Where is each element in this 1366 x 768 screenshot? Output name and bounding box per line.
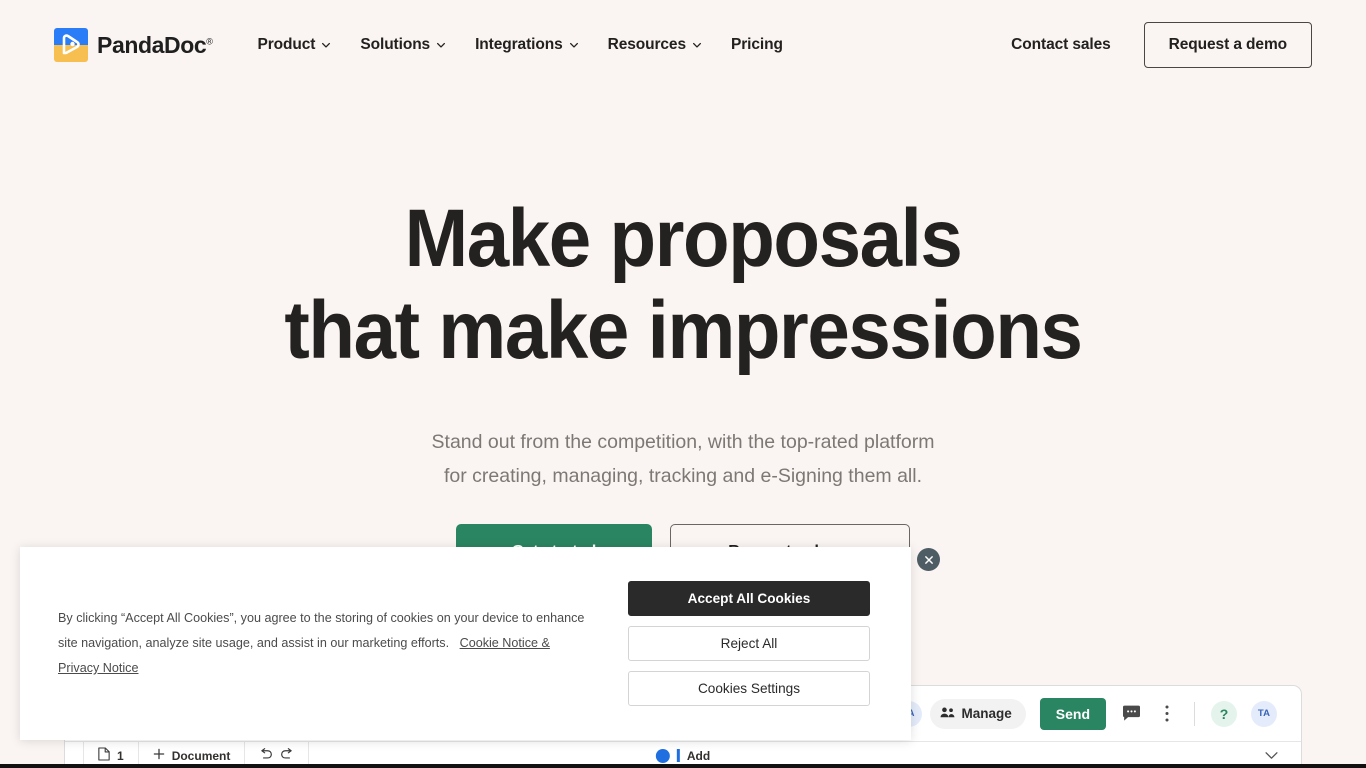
nav-item-resources[interactable]: Resources [593, 26, 716, 64]
hero-subtitle: Stand out from the competition, with the… [0, 425, 1366, 493]
add-label: Add [686, 748, 711, 763]
chevron-down-icon[interactable] [1264, 749, 1279, 763]
request-demo-button[interactable]: Request a demo [1143, 22, 1312, 68]
chevron-down-icon [436, 40, 446, 49]
hero-subtitle-line-2: for creating, managing, tracking and e-S… [443, 465, 923, 487]
nav-item-label: Resources [607, 36, 686, 53]
nav-item-label: Integrations [475, 36, 563, 53]
nav-item-integrations[interactable]: Integrations [460, 26, 593, 64]
brand-name: PandaDoc® [97, 31, 213, 58]
cookies-settings-button[interactable]: Cookies Settings [628, 671, 870, 706]
nav-item-product[interactable]: Product [243, 26, 346, 64]
cookie-consent-text: By clicking “Accept All Cookies”, you ag… [20, 606, 628, 681]
send-button[interactable]: Send [1039, 697, 1106, 730]
main-navigation: Product Solutions Integrations Resources [243, 26, 798, 64]
nav-item-pricing[interactable]: Pricing [716, 26, 798, 64]
add-block-button[interactable]: Add [655, 748, 711, 763]
nav-item-solutions[interactable]: Solutions [345, 26, 460, 64]
add-circle-icon [655, 748, 670, 763]
more-vertical-icon[interactable] [1156, 703, 1178, 725]
comment-icon[interactable] [1120, 703, 1142, 725]
people-icon [940, 706, 956, 722]
cookie-notice-link[interactable]: Cookie Notice & [460, 636, 550, 650]
reject-all-button[interactable]: Reject All [628, 626, 870, 661]
registered-mark: ® [206, 35, 213, 46]
nav-item-label: Product [257, 36, 316, 53]
redo-icon[interactable] [280, 748, 294, 763]
plus-icon [153, 748, 165, 763]
chevron-down-icon [569, 40, 578, 49]
pandadoc-logo-icon [54, 28, 88, 62]
header-actions: Contact sales Request a demo [1011, 22, 1312, 68]
avatar[interactable]: TA [1251, 700, 1277, 727]
manage-label: Manage [961, 706, 1012, 721]
hero-section: Make proposals that make impressions Sta… [0, 90, 1366, 493]
viewport-bottom-edge [0, 764, 1366, 768]
chevron-down-icon [321, 40, 331, 49]
chevron-down-icon [692, 40, 701, 49]
hero-subtitle-line-1: Stand out from the competition, with the… [431, 431, 935, 453]
page-title-line-1: Make proposals [404, 193, 963, 284]
page-title-line-2: that make impressions [284, 285, 1083, 376]
undo-icon[interactable] [259, 748, 273, 763]
page-icon [98, 747, 110, 764]
accept-all-cookies-button[interactable]: Accept All Cookies [628, 581, 870, 616]
toolbar-divider [1194, 701, 1195, 726]
help-button[interactable]: ? [1211, 700, 1237, 727]
site-header: PandaDoc® Product Solutions Integrations… [0, 0, 1366, 90]
page-number: 1 [117, 748, 124, 763]
nav-item-label: Solutions [360, 36, 431, 53]
cookie-consent-banner: By clicking “Accept All Cookies”, you ag… [20, 547, 911, 740]
contact-sales-link[interactable]: Contact sales [1011, 36, 1111, 54]
cookie-consent-actions: Accept All Cookies Reject All Cookies Se… [628, 581, 911, 706]
cursor-bar-icon [676, 749, 680, 762]
close-icon[interactable] [917, 548, 940, 571]
document-label: Document [171, 748, 231, 763]
page-title: Make proposals that make impressions [48, 90, 1318, 377]
privacy-notice-link[interactable]: Privacy Notice [58, 661, 138, 675]
brand-logo[interactable]: PandaDoc® [54, 28, 213, 62]
manage-button[interactable]: Manage [929, 698, 1026, 729]
nav-item-label: Pricing [730, 36, 783, 53]
